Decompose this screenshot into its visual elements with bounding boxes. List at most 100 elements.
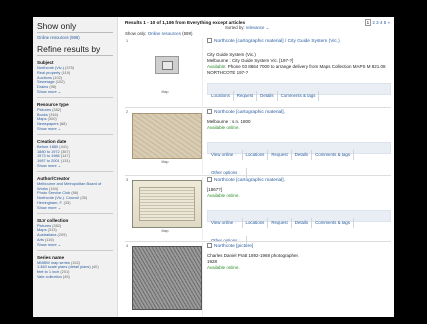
facet-list: Subject Northcote (Vic.) (375) Real proper…: [37, 60, 113, 280]
facet-item-label: 1:480 scale plans (detail plans): [37, 265, 92, 270]
facet-item-label: Australiana: [37, 233, 58, 238]
facet-item-label: feet to 1 inch: [37, 270, 61, 275]
record-thumbnail[interactable]: [132, 246, 202, 310]
facet-item-count: (33): [63, 200, 71, 205]
facet-item-count: (382): [52, 223, 62, 228]
record-tab[interactable]: Locations: [243, 150, 269, 160]
select-checkbox[interactable]: [207, 109, 212, 114]
select-checkbox[interactable]: [207, 177, 212, 182]
sort-label: Sorted by:: [225, 25, 245, 30]
facet-item-label: 1880 to 1972: [37, 149, 61, 154]
availability-status: Available online.: [207, 124, 240, 130]
facet-item-label: Auctions: [37, 75, 54, 80]
show-more-link[interactable]: Show more ⌄: [37, 163, 113, 169]
facet-item-count: (201): [60, 270, 70, 275]
show-only-online-link[interactable]: Online resources (598): [37, 35, 113, 40]
record-thumbnail[interactable]: [155, 56, 179, 74]
record-tab[interactable]: Locations: [208, 91, 234, 101]
results-main: Results 1 - 10 of 1,106 from Everything …: [122, 17, 394, 317]
record-separator: [125, 107, 391, 108]
facet-item-label: Before 1880: [37, 144, 60, 149]
record-tab[interactable]: Details: [292, 150, 313, 160]
record-tab[interactable]: View online ☞: [208, 150, 243, 160]
record-tab[interactable]: Comments & tags: [312, 150, 355, 160]
record-tab[interactable]: Locations: [243, 218, 269, 228]
show-only-count: (598): [182, 31, 193, 36]
result-record: 1 Map Northcote [cartographic material] / …: [125, 38, 391, 108]
facet-item-count: (367): [60, 149, 70, 154]
page-next-link[interactable]: »: [387, 20, 390, 25]
facet-item-count: (45): [62, 274, 70, 279]
record-body: Northcote [picture] Charles Daniel Pratt …: [207, 243, 389, 271]
show-more-link[interactable]: Show more ⌄: [37, 89, 113, 95]
facet-item-count: (35): [80, 196, 88, 201]
record-separator: [125, 241, 391, 242]
show-more-link[interactable]: Show more ⌄: [37, 242, 113, 248]
availability: Available online.: [207, 265, 389, 271]
sort-control: Sorted by: relevance ⌄: [225, 25, 269, 31]
select-checkbox[interactable]: [207, 38, 212, 43]
show-only-bar: Show only: Online resources (598): [125, 31, 192, 36]
result-record: 4 Northcote [picture] Charles Daniel Pratt…: [125, 243, 391, 317]
record-tab[interactable]: Request: [234, 91, 258, 101]
record-thumbnail[interactable]: [132, 113, 202, 159]
record-tab[interactable]: Details: [257, 91, 278, 101]
facet-item-count: (313): [47, 228, 57, 233]
call-number: NORTHCOTE 197-?: [207, 69, 249, 75]
facet-item-label: 1973 to 1986: [37, 154, 61, 159]
divider: [37, 249, 113, 251]
facet-item-label: MMBW map series: [37, 260, 71, 265]
facet-item-count: (441): [59, 144, 69, 149]
facet-item-count: (152): [70, 260, 81, 265]
divider: [37, 96, 113, 98]
record-tab[interactable]: Comments & tags: [278, 91, 320, 101]
facet-item-label: Maps: [37, 228, 48, 233]
record-tab[interactable]: Request: [268, 150, 292, 160]
show-only-online-filter[interactable]: Online resources: [148, 31, 181, 36]
result-record: 2 Map Northcote [cartographic material]. Me…: [125, 109, 391, 178]
page-link[interactable]: 5: [382, 20, 387, 25]
poster-text: [139, 187, 195, 221]
availability: Available online.: [207, 125, 389, 131]
show-only-label: Show only:: [125, 31, 147, 36]
sort-dropdown[interactable]: relevance ⌄: [246, 25, 269, 30]
facet-item-count: (154): [49, 186, 59, 191]
record-tab[interactable]: Comments & tags: [312, 218, 355, 228]
format-label: Map: [161, 229, 169, 233]
record-thumbnail[interactable]: [132, 180, 202, 228]
facet-item[interactable]: Vale collection (45): [37, 275, 113, 280]
record-tab[interactable]: View online ☞: [208, 218, 243, 228]
record-tab[interactable]: Request: [268, 218, 292, 228]
show-more-link[interactable]: Show more ⌄: [37, 126, 113, 132]
select-checkbox[interactable]: [207, 243, 212, 248]
catalogue-page: Show only Online resources (598) Refine …: [33, 17, 394, 317]
facet-item-label: Pictures: [37, 223, 53, 228]
divider: [37, 32, 113, 33]
availability-status: Available:: [207, 63, 227, 69]
thumbnail-area: Map: [128, 177, 203, 240]
record-tab[interactable]: Details: [292, 218, 313, 228]
facet-item-label: Northcote (Vic.): [37, 66, 66, 70]
availability-status: Available online.: [207, 264, 240, 270]
facet-item-count: (40): [91, 265, 99, 270]
map-icon: [162, 61, 173, 70]
show-more-link[interactable]: Show more ⌄: [37, 205, 113, 211]
facet-item-count: (316): [48, 112, 58, 117]
facet-item-count: (209): [57, 233, 67, 238]
facet-item-count: (102): [55, 80, 65, 85]
facet-item-label: Vale collection: [37, 274, 63, 279]
divider: [37, 212, 113, 214]
facet-item-count: (119): [61, 70, 71, 75]
facet-item-label: Works: [37, 186, 50, 191]
record-action-tabs: View online ☞ Locations Request Details Comm…: [207, 210, 391, 246]
facet-item-count: (147): [60, 154, 70, 159]
record-body: Northcote [cartographic material]. [1867?…: [207, 177, 391, 246]
divider: [37, 133, 113, 135]
format-label: Map: [161, 160, 169, 164]
format-label: Map: [161, 90, 169, 94]
refine-sidebar: Show only Online resources (598) Refine …: [33, 17, 118, 317]
result-record: 3 Map Northcote [cartographic material]. [1…: [125, 177, 391, 246]
page-current: 1: [364, 19, 372, 26]
facet-item-label: Northcote (Vic.). Council: [37, 196, 81, 201]
divider: [37, 170, 113, 172]
